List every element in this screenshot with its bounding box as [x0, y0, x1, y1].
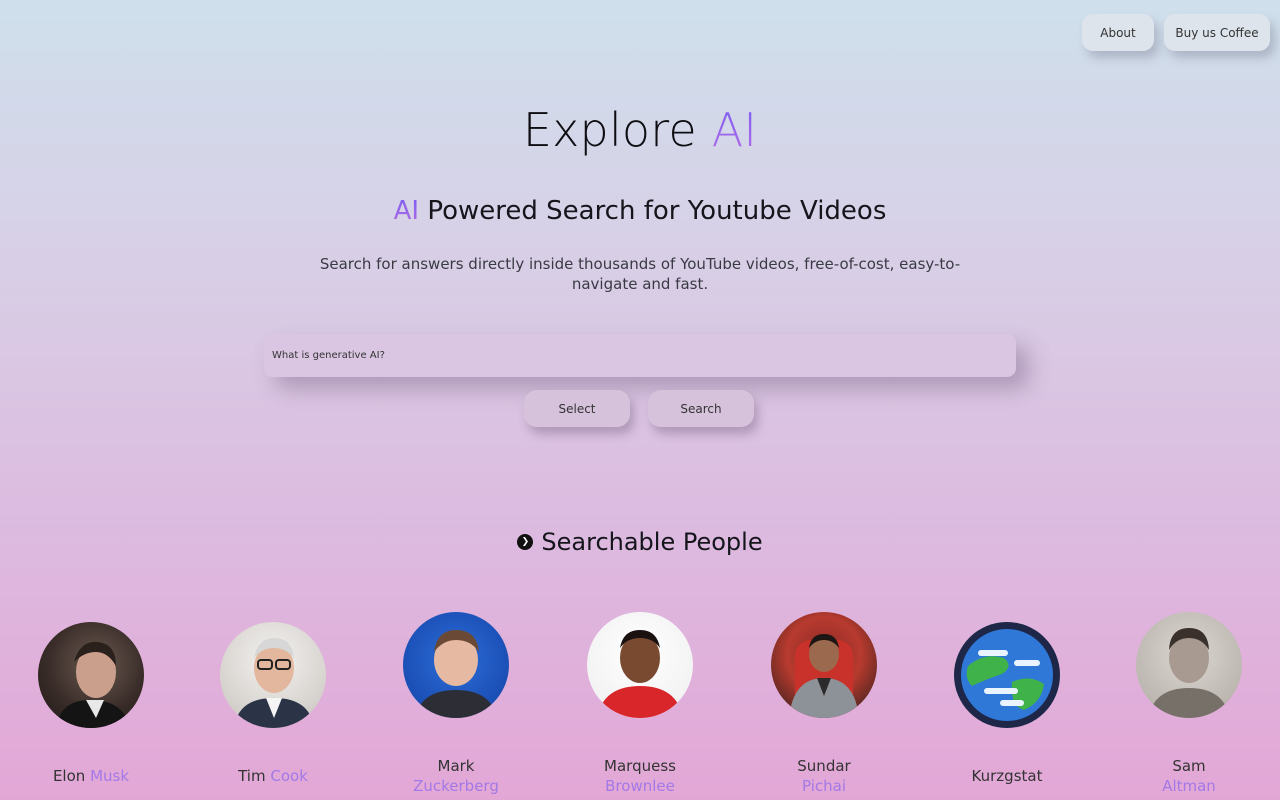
person-first-name: Elon	[52, 767, 86, 785]
person-card-elon-musk[interactable]: Elon Musk	[21, 622, 161, 785]
chevron-right-circle-icon[interactable]: ❯	[517, 534, 534, 550]
person-first-name: Sam	[1172, 757, 1206, 775]
person-card-sam-altman[interactable]: Sam Altman	[1119, 612, 1259, 795]
person-first-name: Tim	[238, 767, 266, 785]
person-last-name: Cook	[270, 767, 308, 785]
avatar[interactable]	[954, 622, 1060, 728]
select-button[interactable]: Select	[524, 390, 630, 427]
avatar[interactable]	[1136, 612, 1242, 718]
avatar[interactable]	[403, 612, 509, 718]
avatar[interactable]	[220, 622, 326, 728]
person-name: Elon Musk	[21, 766, 161, 786]
subtitle-accent: AI	[393, 196, 420, 226]
person-card-mark-zuckerberg[interactable]: Mark Zuckerberg	[386, 612, 526, 795]
person-card-marquess-brownlee[interactable]: Marquess Brownlee	[570, 612, 710, 795]
person-last-name: Brownlee	[605, 777, 675, 795]
search-actions: Select Search	[524, 390, 754, 427]
page-title: Explore AI	[0, 103, 1280, 157]
title-main: Explore	[522, 103, 697, 157]
about-button[interactable]: About	[1082, 14, 1154, 51]
person-name: Tim Cook	[203, 766, 343, 786]
person-first-name: Marquess	[604, 757, 676, 775]
person-name: Mark Zuckerberg	[386, 756, 526, 796]
person-first-name: Kurzgstat	[971, 767, 1043, 785]
buy-coffee-button[interactable]: Buy us Coffee	[1164, 14, 1270, 51]
person-card-sundar-pichai[interactable]: Sundar Pichai	[754, 612, 894, 795]
section-title: Searchable People	[541, 528, 763, 556]
avatar[interactable]	[38, 622, 144, 728]
person-last-name: Musk	[90, 767, 130, 785]
avatar[interactable]	[771, 612, 877, 718]
person-name: Marquess Brownlee	[570, 756, 710, 796]
page-description: Search for answers directly inside thous…	[319, 255, 961, 293]
search-input[interactable]	[264, 334, 1016, 377]
avatar[interactable]	[587, 612, 693, 718]
person-last-name: Pichai	[802, 777, 846, 795]
person-first-name: Sundar	[797, 757, 851, 775]
person-card-kurzgstat[interactable]: Kurzgstat	[937, 622, 1077, 785]
search-button[interactable]: Search	[648, 390, 754, 427]
title-accent: AI	[711, 103, 758, 157]
subtitle-main: Powered Search for Youtube Videos	[427, 196, 887, 226]
person-card-tim-cook[interactable]: Tim Cook	[203, 622, 343, 785]
person-last-name: Zuckerberg	[413, 777, 499, 795]
person-name: Sam Altman	[1119, 756, 1259, 796]
person-name: Kurzgstat	[937, 766, 1077, 786]
person-last-name: Altman	[1162, 777, 1216, 795]
searchable-people-heading: ❯ Searchable People	[0, 528, 1280, 556]
person-first-name: Mark	[437, 757, 475, 775]
top-nav: About Buy us Coffee	[1082, 14, 1270, 51]
page-subtitle: AI Powered Search for Youtube Videos	[0, 196, 1280, 226]
person-name: Sundar Pichai	[754, 756, 894, 796]
